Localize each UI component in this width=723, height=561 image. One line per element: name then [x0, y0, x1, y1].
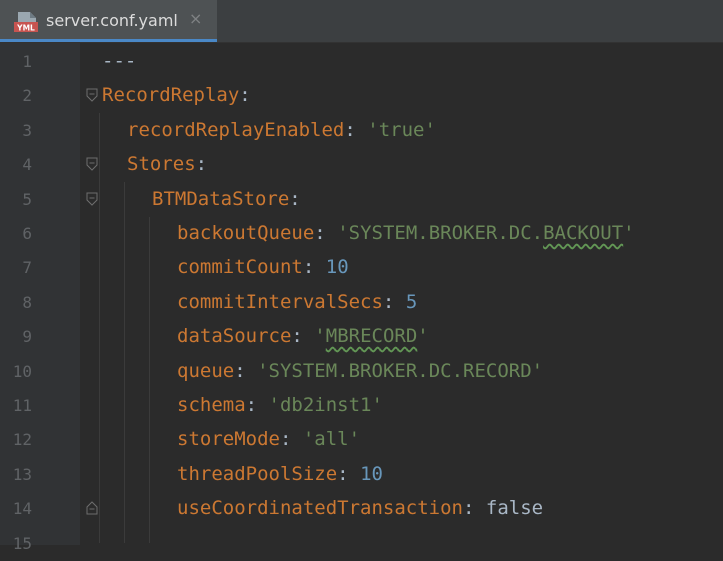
editor-tab-bar: YML server.conf.yaml × — [0, 0, 723, 43]
line-number: 13 — [12, 464, 32, 484]
yaml-colon: : — [239, 84, 251, 107]
yaml-key: queue — [177, 359, 235, 382]
yaml-colon: : — [302, 256, 315, 279]
fold-open-icon[interactable] — [86, 192, 98, 206]
code-line: 7 commitCount: 10 — [0, 251, 723, 285]
line-number: 3 — [22, 120, 32, 140]
fold-close-icon[interactable] — [86, 501, 98, 515]
yaml-string-value: ' — [623, 222, 635, 244]
document-start-marker: --- — [102, 50, 137, 72]
yaml-colon: : — [382, 290, 395, 313]
code-line: 2 RecordReplay: — [0, 79, 723, 113]
yaml-colon: : — [289, 187, 301, 210]
yaml-key: schema — [177, 394, 246, 416]
line-number: 2 — [22, 86, 32, 106]
yaml-key: recordReplayEnabled — [127, 118, 345, 141]
yaml-key: storeMode — [177, 428, 280, 451]
line-number: 15 — [12, 533, 32, 553]
yaml-key: useCoordinatedTransaction — [177, 497, 463, 520]
code-line: 6 backoutQueue: 'SYSTEM.BROKER.DC.BACKOU… — [0, 217, 723, 251]
yaml-key: BTMDataStore — [152, 187, 290, 210]
line-number: 14 — [12, 499, 32, 519]
yaml-key: backoutQueue — [177, 222, 315, 244]
line-number: 10 — [12, 361, 32, 381]
yaml-number-value: 5 — [405, 290, 418, 313]
yaml-string-value: 'true' — [367, 118, 436, 141]
fold-open-icon[interactable] — [86, 88, 98, 103]
yaml-colon: : — [279, 428, 292, 451]
spelling-warning[interactable]: MBRECORD — [326, 325, 418, 347]
yaml-string-value: ' — [417, 325, 429, 348]
line-number: 7 — [22, 258, 32, 278]
yaml-number-value: 10 — [325, 256, 349, 279]
yaml-colon: : — [337, 462, 349, 485]
yaml-key: Stores — [127, 153, 196, 176]
yaml-colon: : — [462, 497, 475, 520]
yaml-string-value: 'all' — [302, 428, 361, 451]
yaml-key: commitIntervalSecs — [177, 290, 383, 313]
tab-server-conf-yaml[interactable]: YML server.conf.yaml × — [0, 0, 217, 42]
code-line: 14 useCoordinatedTransaction: false — [0, 492, 723, 526]
yaml-string-value: ' — [314, 325, 326, 348]
yaml-colon: : — [234, 359, 246, 382]
yaml-string-value: 'SYSTEM.BROKER.DC.RECORD' — [257, 359, 544, 382]
code-line: 8 commitIntervalSecs: 5 — [0, 286, 723, 320]
yaml-key: RecordReplay — [102, 84, 240, 107]
code-line: 15 — [0, 527, 723, 561]
code-line: 12 storeMode: 'all' — [0, 423, 723, 457]
close-icon[interactable]: × — [189, 9, 202, 28]
code-editor[interactable]: 1 --- 2 RecordReplay: 3 recordReplayEnab… — [0, 43, 723, 553]
yaml-boolean-value: false — [485, 497, 544, 520]
code-line: 5 BTMDataStore: — [0, 183, 723, 217]
yaml-colon: : — [314, 222, 326, 244]
yaml-string-value: 'SYSTEM.BROKER.DC. — [337, 222, 544, 244]
line-number: 8 — [22, 292, 32, 312]
fold-open-icon[interactable] — [86, 157, 98, 171]
line-number: 11 — [12, 396, 32, 415]
code-line: 1 --- — [0, 45, 723, 79]
code-line: 11 schema: 'db2inst1' — [0, 389, 723, 423]
yaml-number-value: 10 — [360, 462, 383, 485]
yaml-key: dataSource — [177, 325, 292, 348]
code-line: 9 dataSource: 'MBRECORD' — [0, 320, 723, 354]
line-number: 5 — [22, 189, 32, 209]
line-number: 1 — [22, 52, 32, 71]
yaml-key: threadPoolSize — [177, 462, 338, 485]
yaml-colon: : — [291, 325, 303, 348]
code-line: 10 queue: 'SYSTEM.BROKER.DC.RECORD' — [0, 355, 723, 389]
line-number: 6 — [22, 224, 32, 243]
tab-title: server.conf.yaml — [46, 11, 178, 30]
yaml-icon-text: YML — [16, 24, 35, 33]
line-number: 9 — [22, 327, 32, 347]
yaml-colon: : — [195, 153, 208, 176]
code-line: 4 Stores: — [0, 148, 723, 182]
spelling-warning[interactable]: BACKOUT — [543, 222, 623, 244]
line-number: 12 — [12, 430, 32, 450]
yaml-string-value: 'db2inst1' — [268, 394, 383, 416]
yaml-file-icon: YML — [14, 12, 38, 33]
yaml-colon: : — [245, 394, 258, 416]
yaml-key: commitCount — [177, 256, 303, 279]
code-line: 3 recordReplayEnabled: 'true' — [0, 114, 723, 148]
line-number: 4 — [22, 155, 32, 175]
code-line: 13 threadPoolSize: 10 — [0, 458, 723, 492]
yaml-colon: : — [344, 118, 356, 141]
